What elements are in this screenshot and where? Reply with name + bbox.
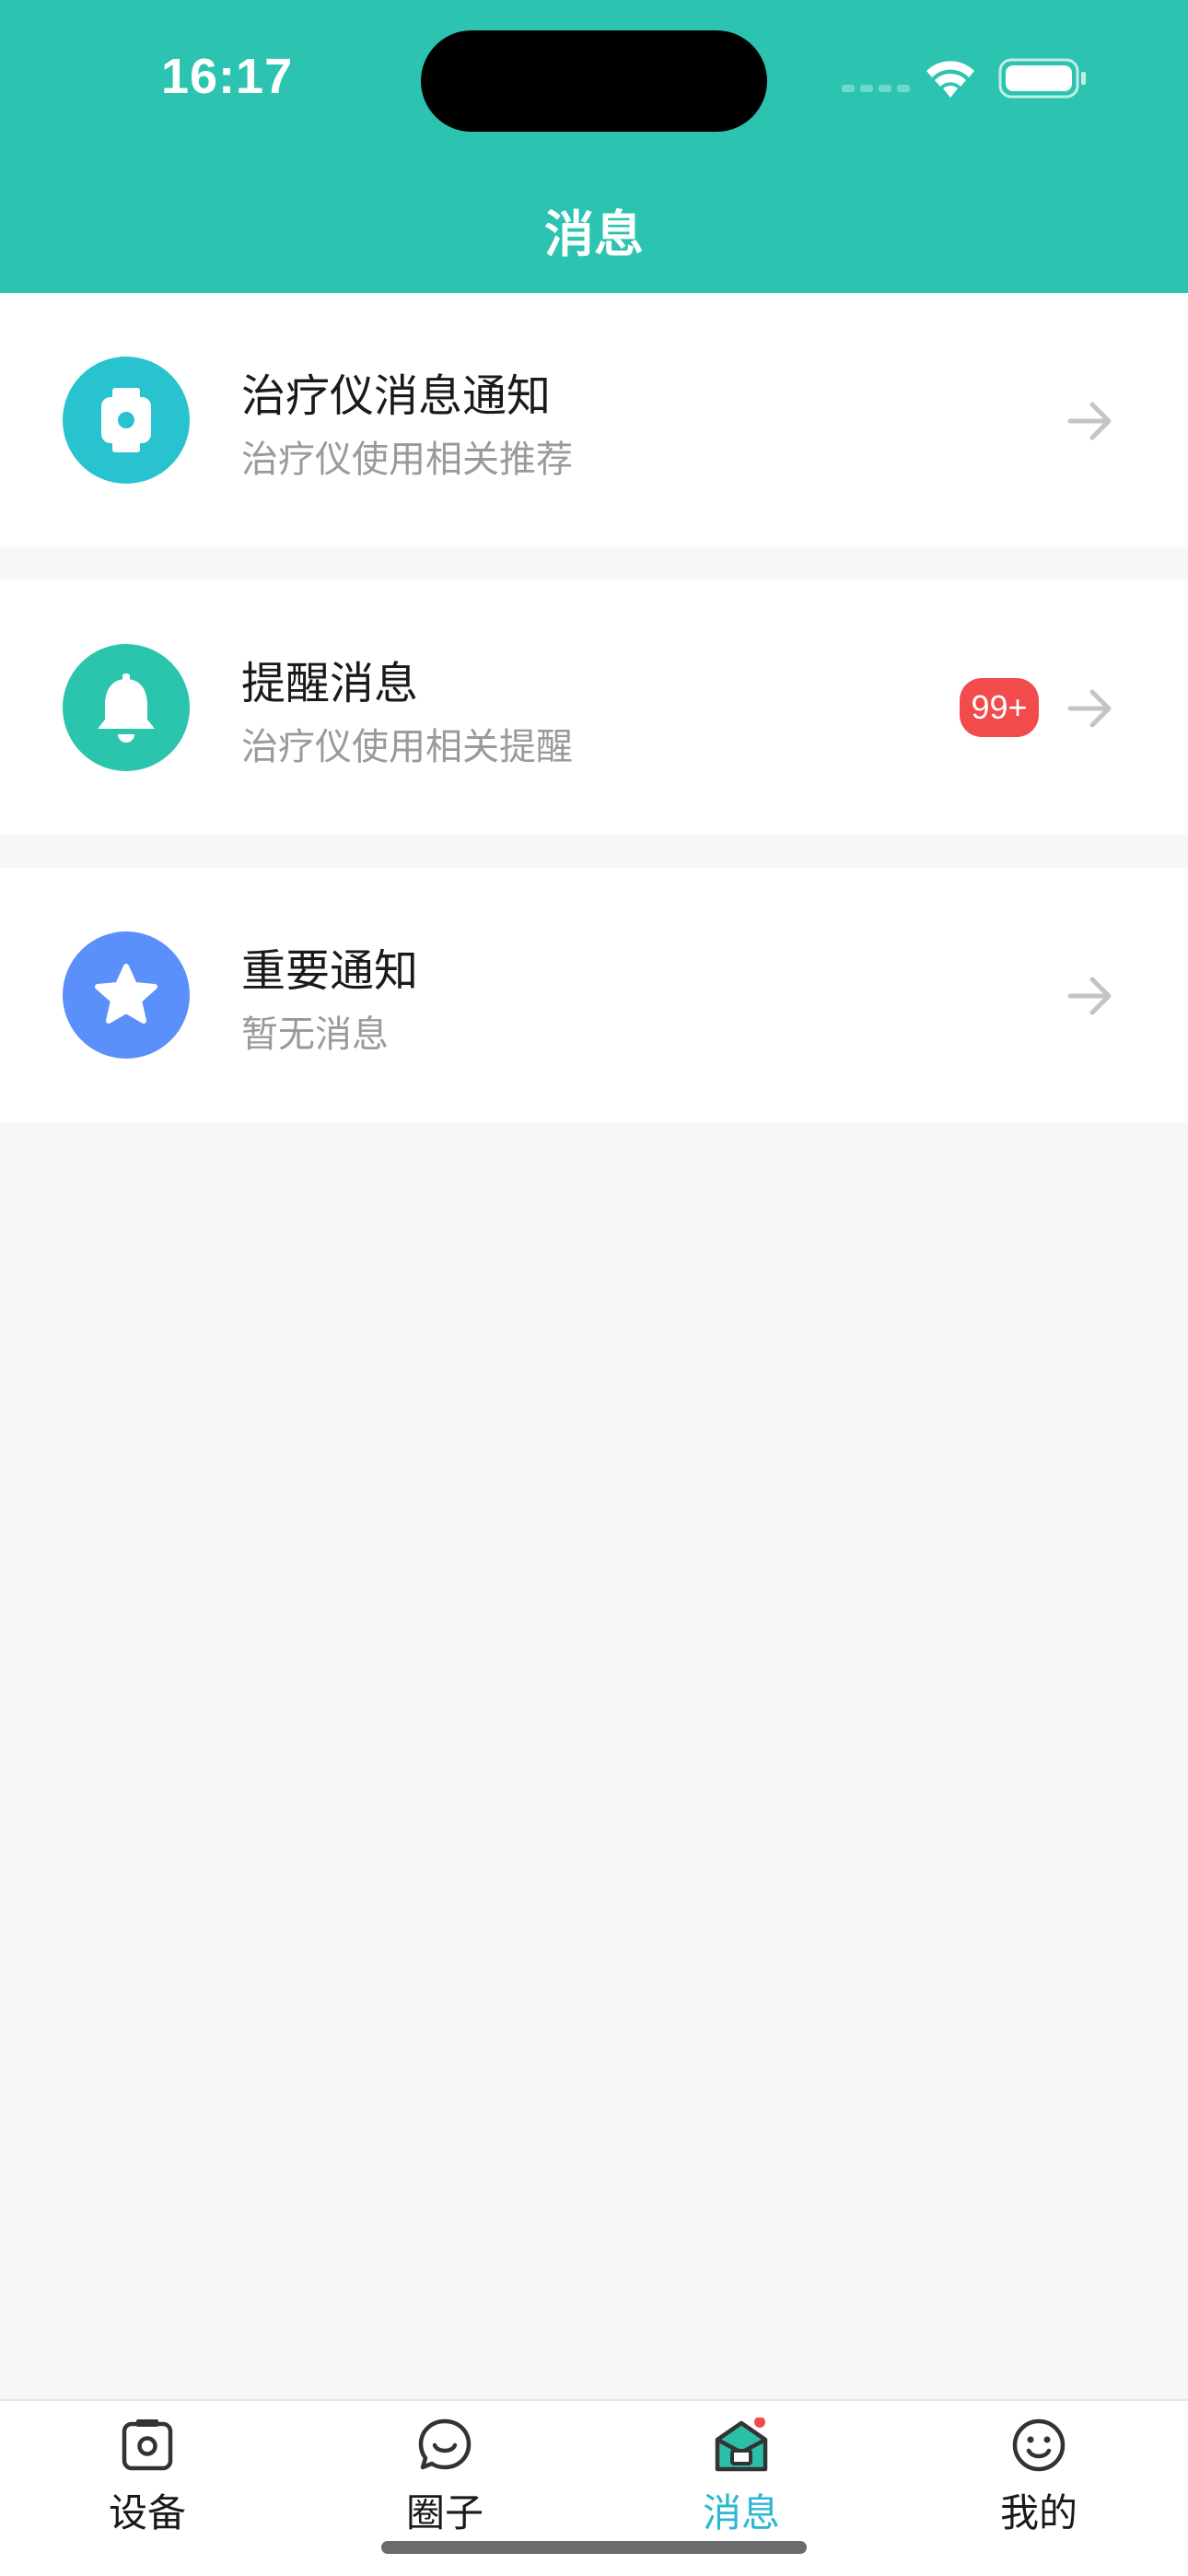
cellular-signal-icon — [842, 85, 910, 92]
message-subtitle: 暂无消息 — [241, 1013, 389, 1056]
message-title: 重要通知 — [241, 945, 419, 997]
message-icon — [715, 2418, 768, 2472]
tab-label: 圈子 — [405, 2490, 483, 2535]
tab-label: 消息 — [702, 2490, 780, 2535]
message-subtitle: 治疗仪使用相关提醒 — [241, 726, 573, 768]
divider — [0, 547, 1188, 580]
arrow-right-icon — [1067, 402, 1112, 440]
dynamic-island — [421, 30, 767, 132]
divider — [0, 835, 1188, 868]
arrow-right-icon — [1067, 977, 1112, 1015]
tab-circle[interactable]: 圈子 — [353, 2418, 537, 2537]
messages-screen: 16:17 消息 治疗仪消息通知 治疗仪使用相关推荐 提醒消息 治疗仪使用相关提… — [0, 0, 1188, 2576]
header-bar: 16:17 消息 — [0, 0, 1188, 293]
home-indicator — [381, 2541, 807, 2554]
bell-icon — [63, 644, 190, 771]
star-icon — [63, 931, 190, 1059]
message-title: 提醒消息 — [241, 658, 419, 709]
device-icon — [122, 2419, 173, 2471]
tab-mine[interactable]: 我的 — [947, 2418, 1131, 2537]
watch-icon — [63, 357, 190, 484]
status-time: 16:17 — [161, 49, 294, 104]
tab-device[interactable]: 设备 — [55, 2418, 239, 2537]
unread-count-badge: 99+ — [960, 678, 1039, 737]
message-item-device-notice[interactable]: 治疗仪消息通知 治疗仪使用相关推荐 — [0, 293, 1188, 547]
arrow-right-icon — [1067, 689, 1112, 728]
battery-icon — [998, 58, 1086, 99]
message-subtitle: 治疗仪使用相关推荐 — [241, 439, 573, 481]
message-item-important[interactable]: 重要通知 暂无消息 — [0, 868, 1188, 1122]
chat-icon — [418, 2418, 472, 2470]
notification-dot — [754, 2418, 765, 2428]
wifi-icon — [926, 61, 974, 98]
page-title: 消息 — [544, 205, 644, 263]
smile-icon — [1012, 2418, 1066, 2472]
message-item-reminder[interactable]: 提醒消息 治疗仪使用相关提醒 99+ — [0, 580, 1188, 835]
message-title: 治疗仪消息通知 — [241, 370, 552, 422]
tab-messages[interactable]: 消息 — [649, 2418, 833, 2537]
message-list: 治疗仪消息通知 治疗仪使用相关推荐 提醒消息 治疗仪使用相关提醒 99+ 重要通… — [0, 293, 1188, 1122]
status-icons — [842, 58, 1086, 99]
tab-label: 设备 — [108, 2490, 186, 2535]
tab-label: 我的 — [999, 2490, 1077, 2535]
